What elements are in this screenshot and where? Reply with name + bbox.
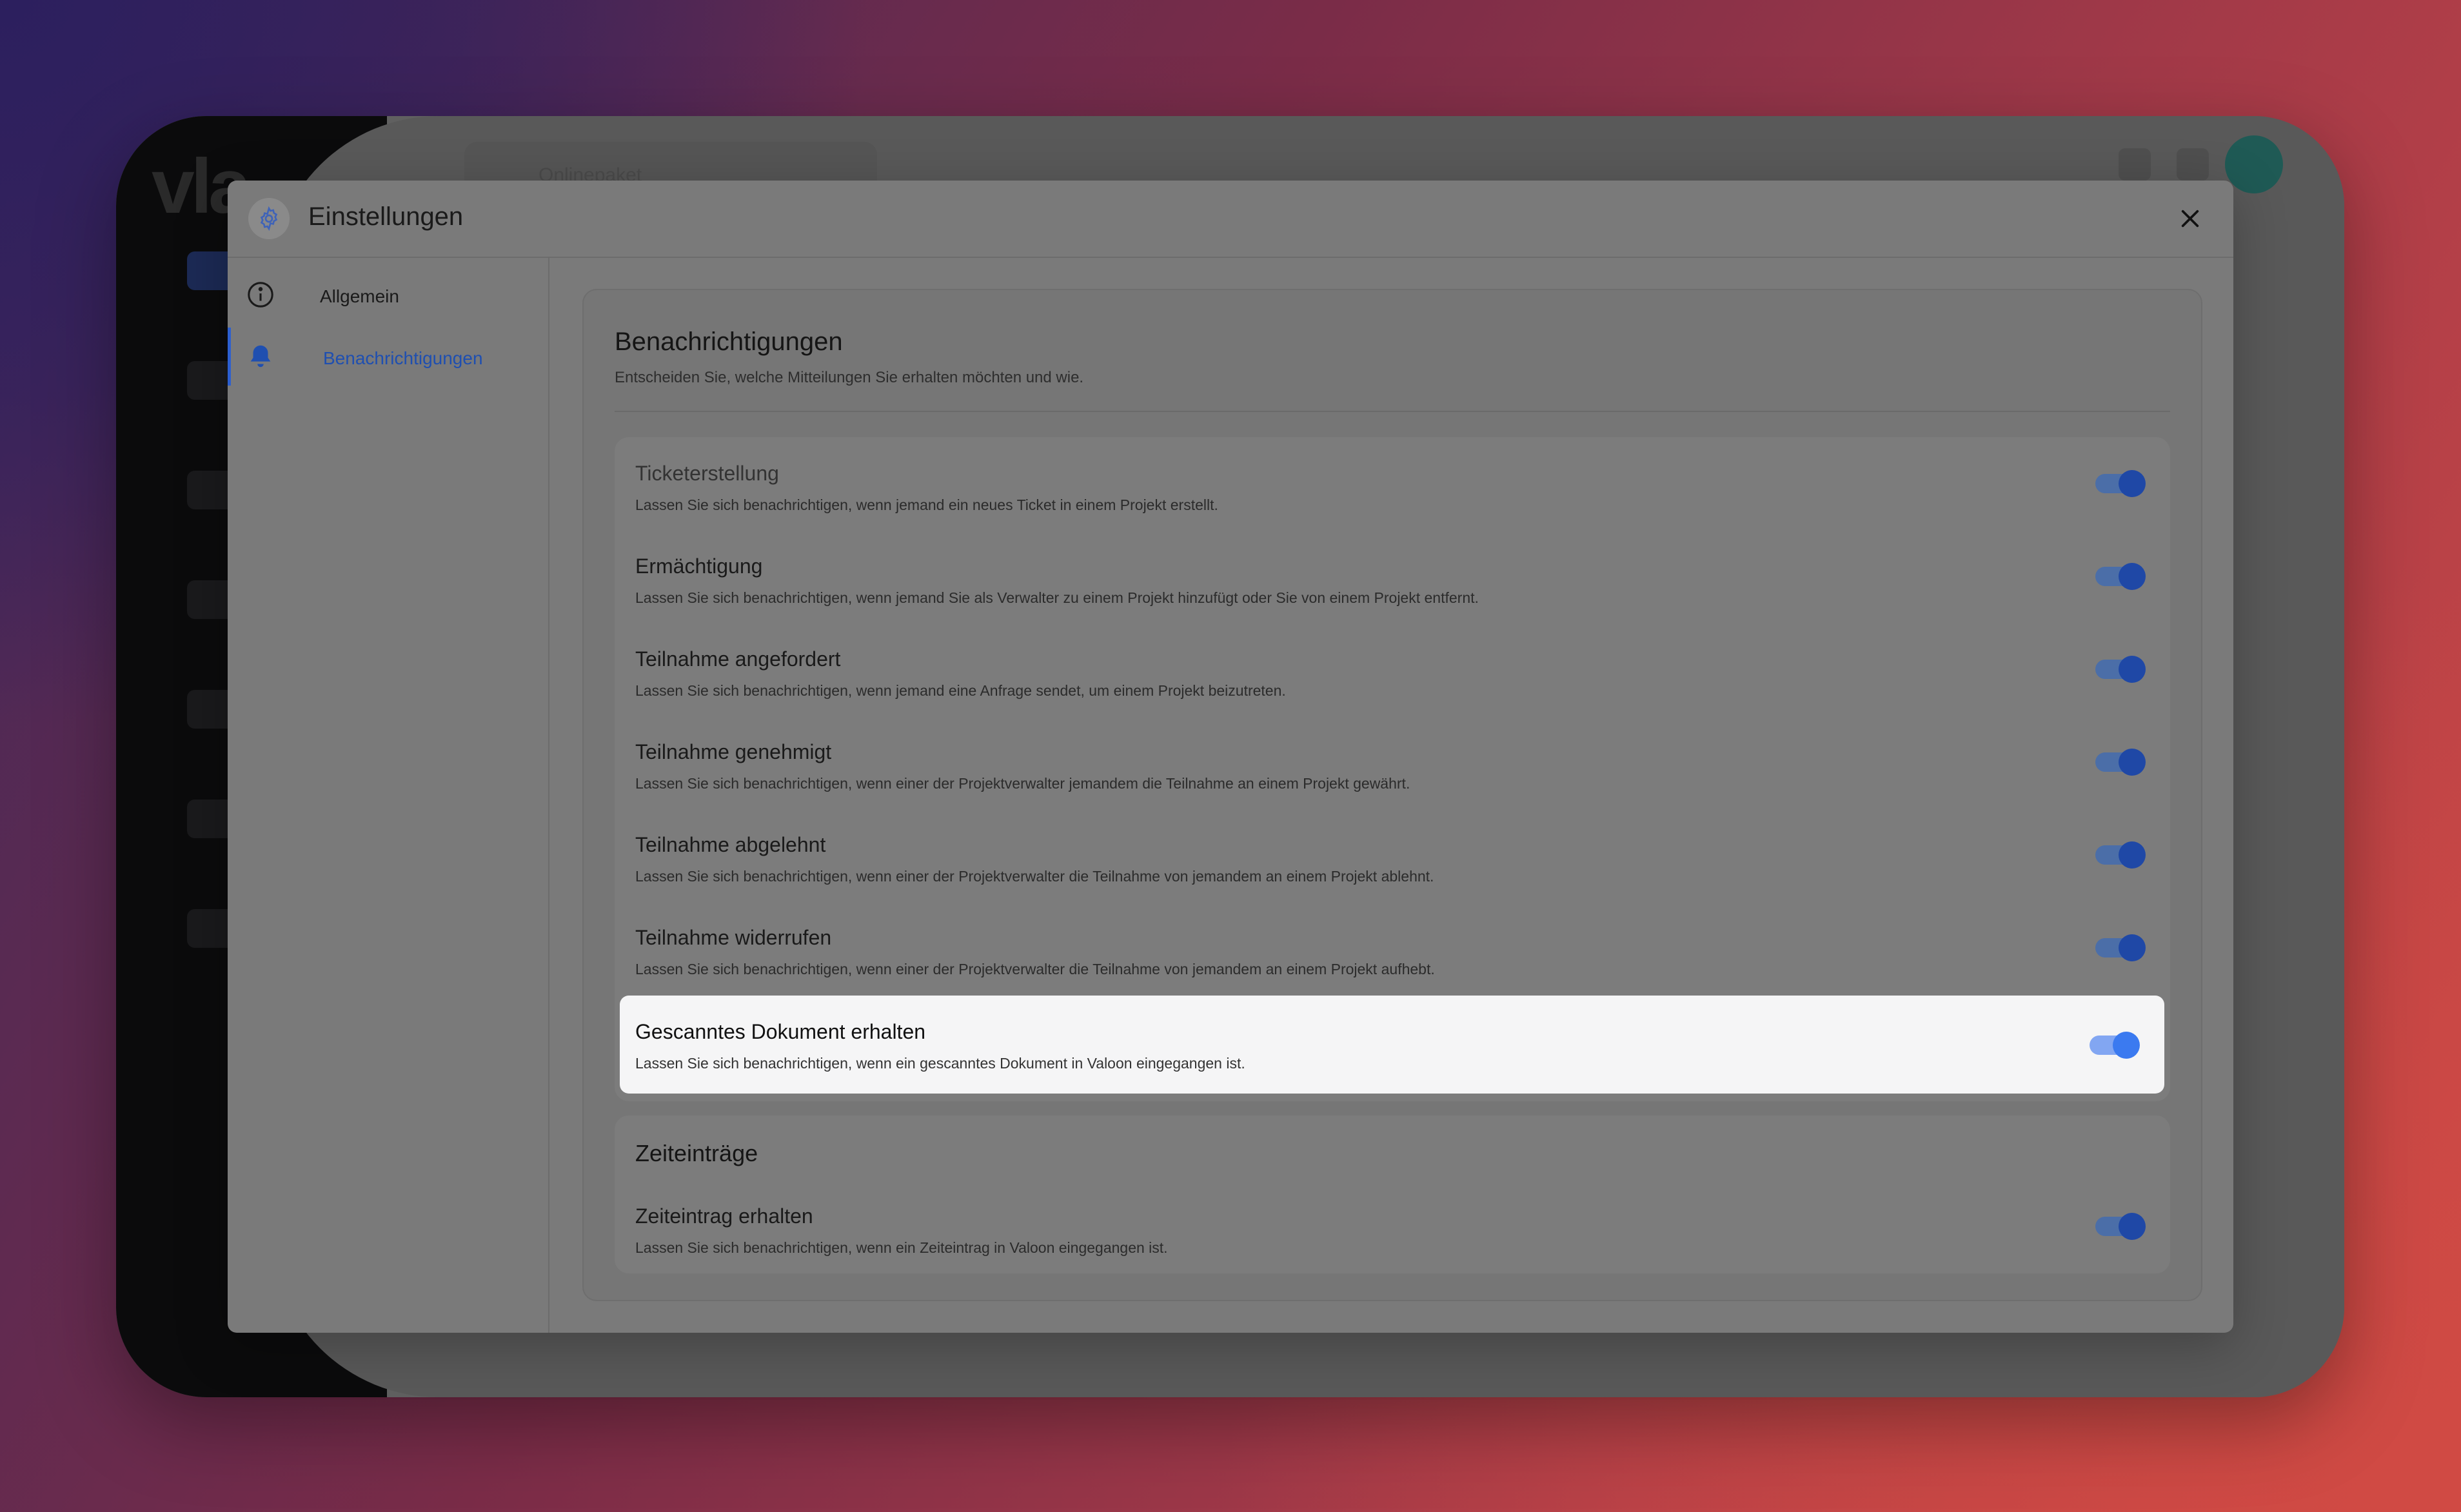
toggle-switch[interactable] bbox=[2095, 749, 2146, 776]
notification-row-teilnahme-abgelehnt: Teilnahme abgelehnt Lassen Sie sich bena… bbox=[615, 809, 2170, 901]
row-description: Lassen Sie sich benachrichtigen, wenn je… bbox=[635, 682, 1286, 699]
bell-icon bbox=[250, 345, 271, 368]
row-description: Lassen Sie sich benachrichtigen, wenn ei… bbox=[635, 1055, 1245, 1072]
row-description: Lassen Sie sich benachrichtigen, wenn ei… bbox=[635, 775, 1410, 792]
notification-row-teilnahme-angefordert: Teilnahme angefordert Lassen Sie sich be… bbox=[615, 623, 2170, 716]
notification-row-gescanntes-dokument: Gescanntes Dokument erhalten Lassen Sie … bbox=[620, 996, 2164, 1094]
toggle-knob bbox=[2119, 749, 2146, 776]
row-title: Zeiteintrag erhalten bbox=[635, 1204, 813, 1228]
close-icon bbox=[2181, 210, 2199, 228]
toggle-knob bbox=[2119, 841, 2146, 869]
settings-nav: Allgemein Benachrichtigungen bbox=[228, 258, 549, 1333]
section-title: Benachrichtigungen bbox=[615, 328, 843, 356]
notification-row-teilnahme-widerrufen: Teilnahme widerrufen Lassen Sie sich ben… bbox=[615, 901, 2170, 994]
row-title: Teilnahme abgelehnt bbox=[635, 833, 826, 856]
toggle-switch[interactable] bbox=[2090, 1032, 2140, 1059]
toggle-knob bbox=[2119, 470, 2146, 497]
search-icon[interactable] bbox=[2119, 148, 2151, 181]
gear-icon bbox=[248, 198, 290, 239]
grid-icon[interactable] bbox=[2177, 148, 2209, 181]
notifications-card: Benachrichtigungen Entscheiden Sie, welc… bbox=[582, 289, 2202, 1301]
notification-row-teilnahme-genehmigt: Teilnahme genehmigt Lassen Sie sich bena… bbox=[615, 716, 2170, 809]
nav-label: Allgemein bbox=[320, 286, 399, 306]
nav-label: Benachrichtigungen bbox=[323, 348, 483, 368]
toggle-switch[interactable] bbox=[2095, 656, 2146, 683]
time-entries-group: Zeiteinträge Zeiteintrag erhalten Lassen… bbox=[615, 1115, 2170, 1273]
avatar[interactable] bbox=[2225, 135, 2283, 193]
row-description: Lassen Sie sich benachrichtigen, wenn ei… bbox=[635, 1239, 1168, 1256]
toggle-knob bbox=[2119, 1213, 2146, 1240]
modal-title: Einstellungen bbox=[308, 202, 464, 231]
nav-item-allgemein[interactable]: Allgemein bbox=[228, 266, 548, 324]
nav-item-benachrichtigungen[interactable]: Benachrichtigungen bbox=[228, 328, 548, 386]
row-title: Ticketerstellung bbox=[635, 462, 779, 485]
divider bbox=[615, 411, 2170, 412]
row-description: Lassen Sie sich benachrichtigen, wenn je… bbox=[635, 589, 1479, 606]
toggle-knob bbox=[2119, 656, 2146, 683]
info-icon bbox=[248, 282, 273, 308]
row-description: Lassen Sie sich benachrichtigen, wenn je… bbox=[635, 496, 1218, 513]
group-title: Zeiteinträge bbox=[635, 1140, 758, 1166]
time-entry-row-zeiteintrag-erhalten: Zeiteintrag erhalten Lassen Sie sich ben… bbox=[615, 1180, 2170, 1273]
toggle-switch[interactable] bbox=[2095, 934, 2146, 961]
notification-group: Ticketerstellung Lassen Sie sich benachr… bbox=[615, 437, 2170, 1101]
toggle-switch[interactable] bbox=[2095, 470, 2146, 497]
notification-row-ticketerstellung: Ticketerstellung Lassen Sie sich benachr… bbox=[615, 437, 2170, 530]
row-title: Teilnahme angefordert bbox=[635, 647, 841, 671]
row-description: Lassen Sie sich benachrichtigen, wenn ei… bbox=[635, 961, 1435, 977]
toggle-switch[interactable] bbox=[2095, 841, 2146, 869]
toggle-switch[interactable] bbox=[2095, 1213, 2146, 1240]
row-title: Teilnahme widerrufen bbox=[635, 926, 832, 949]
toggle-switch[interactable] bbox=[2095, 563, 2146, 590]
row-description: Lassen Sie sich benachrichtigen, wenn ei… bbox=[635, 868, 1434, 885]
settings-modal: Einstellungen Allgemein Benachrichtigung… bbox=[228, 181, 2233, 1333]
notification-row-ermaechtigung: Ermächtigung Lassen Sie sich benachricht… bbox=[615, 530, 2170, 623]
row-title: Teilnahme genehmigt bbox=[635, 740, 832, 763]
row-title: Gescanntes Dokument erhalten bbox=[635, 1020, 926, 1043]
active-indicator bbox=[228, 328, 231, 386]
modal-header: Einstellungen bbox=[228, 181, 2233, 258]
close-button[interactable] bbox=[2174, 202, 2206, 235]
toggle-knob bbox=[2113, 1032, 2140, 1059]
row-title: Ermächtigung bbox=[635, 555, 763, 578]
toggle-knob bbox=[2119, 563, 2146, 590]
section-subtitle: Entscheiden Sie, welche Mitteilungen Sie… bbox=[615, 369, 1084, 386]
toggle-knob bbox=[2119, 934, 2146, 961]
